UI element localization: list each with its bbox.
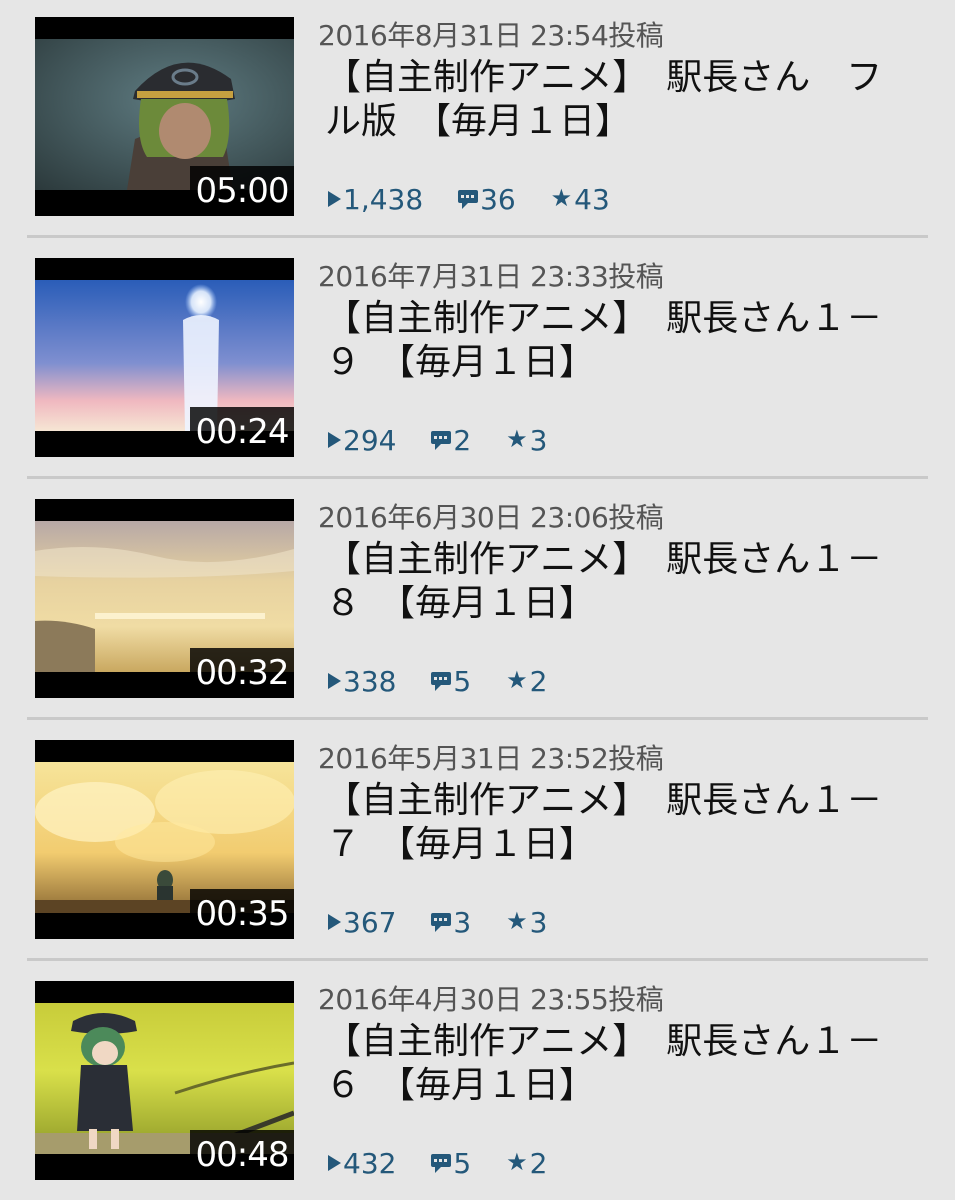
post-date: 2016年7月31日 23:33投稿 [318,260,664,293]
video-stats: 338 5 ★2 [328,663,573,703]
view-count: 432 [328,1147,396,1180]
mylist-count: ★3 [506,905,548,939]
mylist-count: ★2 [506,664,548,698]
comment-count: 2 [431,424,471,457]
video-list: 05:00 2016年8月31日 23:54投稿 【自主制作アニメ】 駅長さん … [0,0,955,1200]
video-title[interactable]: 【自主制作アニメ】 駅長さん１－ ８ 【毎月１日】 [325,538,925,626]
video-stats: 432 5 ★2 [328,1145,573,1185]
video-title-line2: ル版 【毎月１日】 [325,101,632,142]
video-title[interactable]: 【自主制作アニメ】 駅長さん フ ル版 【毎月１日】 [325,56,925,144]
star-icon: ★ [506,665,528,694]
comment-count: 5 [431,1147,471,1180]
divider [27,958,928,961]
video-title-line2: ８ 【毎月１日】 [325,583,596,624]
divider [27,717,928,720]
comment-icon [431,672,452,691]
video-stats: 1,438 36 ★43 [328,181,636,221]
star-icon: ★ [550,183,573,212]
video-title-line1: 【自主制作アニメ】 駅長さん１－ [325,298,883,339]
video-item[interactable]: 00:24 2016年7月31日 23:33投稿 【自主制作アニメ】 駅長さん１… [0,241,955,482]
play-icon [328,1154,341,1171]
video-title-line2: ９ 【毎月１日】 [325,342,596,383]
duration-badge: 00:48 [190,1130,294,1180]
star-icon: ★ [506,906,528,935]
post-date: 2016年8月31日 23:54投稿 [318,19,664,52]
view-count: 367 [328,906,396,939]
mylist-count: ★2 [506,1146,548,1180]
video-item[interactable]: 00:32 2016年6月30日 23:06投稿 【自主制作アニメ】 駅長さん１… [0,482,955,723]
mylist-count: ★3 [506,423,548,457]
video-title[interactable]: 【自主制作アニメ】 駅長さん１－ ６ 【毎月１日】 [325,1020,925,1108]
video-title-line2: ７ 【毎月１日】 [325,824,596,865]
comment-icon [431,913,452,932]
post-date: 2016年6月30日 23:06投稿 [318,501,664,534]
video-thumbnail[interactable]: 00:35 [35,740,294,939]
video-stats: 367 3 ★3 [328,904,573,944]
duration-badge: 00:35 [190,889,294,939]
video-item[interactable]: 05:00 2016年8月31日 23:54投稿 【自主制作アニメ】 駅長さん … [0,0,955,241]
play-icon [328,431,341,448]
comment-icon [431,1154,452,1173]
play-icon [328,913,341,930]
duration-badge: 05:00 [190,166,294,216]
video-thumbnail[interactable]: 05:00 [35,17,294,216]
comment-count: 3 [431,906,471,939]
video-item[interactable]: 00:35 2016年5月31日 23:52投稿 【自主制作アニメ】 駅長さん１… [0,723,955,964]
divider [27,476,928,479]
video-title-line1: 【自主制作アニメ】 駅長さん１－ [325,1021,883,1062]
star-icon: ★ [506,424,528,453]
view-count: 1,438 [328,183,423,216]
divider [27,235,928,238]
mylist-count: ★43 [550,182,610,216]
video-title-line1: 【自主制作アニメ】 駅長さん１－ [325,780,883,821]
view-count: 338 [328,665,396,698]
video-stats: 294 2 ★3 [328,422,573,462]
comment-icon [458,190,479,209]
duration-badge: 00:32 [190,648,294,698]
view-count: 294 [328,424,396,457]
video-title-line1: 【自主制作アニメ】 駅長さん フ [325,57,883,98]
video-thumbnail[interactable]: 00:24 [35,258,294,457]
video-title-line2: ６ 【毎月１日】 [325,1065,596,1106]
play-icon [328,672,341,689]
video-thumbnail[interactable]: 00:48 [35,981,294,1180]
video-item[interactable]: 00:48 2016年4月30日 23:55投稿 【自主制作アニメ】 駅長さん１… [0,964,955,1200]
duration-badge: 00:24 [190,407,294,457]
post-date: 2016年4月30日 23:55投稿 [318,983,664,1016]
video-title[interactable]: 【自主制作アニメ】 駅長さん１－ ９ 【毎月１日】 [325,297,925,385]
post-date: 2016年5月31日 23:52投稿 [318,742,664,775]
video-title[interactable]: 【自主制作アニメ】 駅長さん１－ ７ 【毎月１日】 [325,779,925,867]
comment-icon [431,431,452,450]
video-thumbnail[interactable]: 00:32 [35,499,294,698]
comment-count: 36 [458,183,516,216]
star-icon: ★ [506,1147,528,1176]
play-icon [328,190,341,207]
video-title-line1: 【自主制作アニメ】 駅長さん１－ [325,539,883,580]
comment-count: 5 [431,665,471,698]
